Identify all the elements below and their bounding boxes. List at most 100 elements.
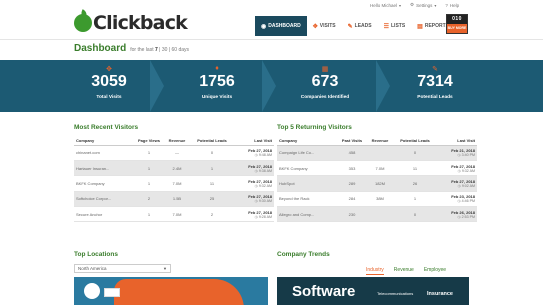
column-header[interactable]: Last Visit [232, 136, 274, 146]
table-row[interactable]: HubSpot 289 182M 26 Feb 27, 2018 ◷ 9:02 A… [277, 175, 477, 192]
company-cell[interactable]: chinanet.com [74, 145, 136, 161]
tab-revenue[interactable]: Revenue [394, 267, 414, 275]
dashboard-icon: ◉ [261, 23, 267, 30]
column-header[interactable]: Potential Leads [192, 136, 232, 146]
column-header[interactable]: Last Visit [435, 136, 477, 146]
visit-time-value: 9:30 AM [258, 199, 272, 204]
chevron-down-icon: ▾ [434, 2, 437, 8]
visit-time: ◷ 3:40 PM [435, 153, 475, 157]
map-region-shape [114, 279, 244, 305]
views-cell: 2 [136, 191, 162, 208]
leads-icon: ✎ [432, 66, 438, 73]
tab-industry[interactable]: Industry [366, 267, 384, 275]
credits-counter: 010 [447, 15, 467, 24]
brand-name: Clickback [93, 12, 188, 34]
visits-cell: 230 [339, 206, 365, 223]
stat-unique-visits[interactable]: ♦ 1756 Unique Visits [172, 65, 262, 100]
cloud-word[interactable]: Software [292, 283, 355, 300]
visits-icon: ✥ [106, 66, 112, 73]
visit-time: ◷ 9:02 AM [435, 184, 475, 188]
nav-label: LISTS [391, 23, 406, 29]
column-header[interactable]: Page Views [136, 136, 162, 146]
brand-logo[interactable]: Clickback [74, 12, 188, 34]
nav-label: VISITS [319, 23, 336, 29]
panel-title: Most Recent Visitors [74, 124, 139, 131]
company-cell[interactable]: Softchoice Corpor... [74, 191, 136, 208]
revenue-cell: 2.4M [162, 160, 192, 177]
unique-visits-icon: ♦ [215, 65, 219, 72]
range-option-30[interactable]: 30 [162, 47, 168, 53]
range-separator: | [168, 47, 171, 53]
company-cell[interactable]: Hartauer Insuran... [74, 160, 136, 177]
company-cell[interactable]: BKFK Company [277, 160, 339, 177]
column-header[interactable]: Revenue [162, 136, 192, 146]
settings-label: Settings [416, 2, 433, 8]
stat-companies-identified[interactable]: ▦ 673 Companies Identified [280, 65, 370, 100]
column-header[interactable]: Company [277, 136, 339, 146]
company-cell[interactable]: HubSpot [277, 175, 339, 192]
revenue-cell: 182M [365, 175, 395, 192]
company-cell[interactable]: Compaign Life Co... [277, 145, 339, 161]
panel-title: Top 5 Returning Visitors [277, 124, 352, 131]
revenue-cell: 1.5B [162, 191, 192, 208]
table-row[interactable]: Hartauer Insuran... 1 2.4M 1 Feb 27, 201… [74, 160, 274, 177]
locations-map[interactable] [74, 277, 268, 305]
leads-cell: 25 [192, 191, 232, 208]
returning-visitors-table: Company Past Visits Revenue Potential Le… [277, 136, 477, 223]
user-menu[interactable]: Hello Michael ▾ [370, 2, 401, 8]
gear-icon: ⚙ [410, 2, 415, 7]
region-select-value: North America [78, 266, 107, 271]
region-select[interactable]: North America ▼ [74, 264, 171, 273]
tab-employee[interactable]: Employee [424, 267, 446, 275]
column-header[interactable]: Revenue [365, 136, 395, 146]
nav-visits[interactable]: ✥ VISITS [307, 16, 342, 36]
stat-total-visits[interactable]: ✥ 3059 Total Visits [64, 65, 154, 100]
company-cell[interactable]: Beyond the Rack [277, 191, 339, 208]
range-option-60[interactable]: 60 [172, 47, 178, 53]
help-link[interactable]: ? Help [445, 2, 459, 8]
column-header[interactable]: Company [74, 136, 136, 146]
table-row[interactable]: BKFK Company 353 7.0M 11 Feb 27, 2018 ◷ 9… [277, 160, 477, 177]
table-row[interactable]: BKFK Company 1 7.0M 11 Feb 27, 2018 ◷ 9:3… [74, 175, 274, 192]
cloud-word[interactable]: Insurance [427, 291, 453, 297]
user-greeting: Hello Michael [370, 2, 398, 8]
stat-label: Total Visits [96, 95, 122, 100]
chevron-down-icon: ▾ [399, 2, 402, 8]
visit-time: ◷ 9:32 AM [232, 184, 272, 188]
map-zoom-control[interactable] [84, 283, 100, 299]
table-row[interactable]: Secure Anchor 1 7.0M 2 Feb 27, 2018 ◷ 9:2… [74, 206, 274, 223]
table-header: Company Past Visits Revenue Potential Le… [277, 136, 477, 146]
range-option-7[interactable]: 7 [155, 47, 158, 53]
company-cell[interactable]: Allegro and Comp... [277, 206, 339, 223]
leads-cell: 0 [395, 145, 435, 161]
column-header[interactable]: Past Visits [339, 136, 365, 146]
date-range-selector: for the last 7 | 30 | 60 days [130, 47, 189, 53]
logo-mark-icon [74, 14, 92, 32]
visit-time-value: 9:48 AM [258, 153, 272, 158]
nav-leads[interactable]: ✎ LEADS [342, 16, 378, 36]
visit-time: ◷ 2:53 PM [435, 215, 475, 219]
views-cell: 1 [136, 160, 162, 177]
nav-lists[interactable]: ☰ LISTS [378, 16, 412, 36]
visit-time: ◷ 9:30 AM [232, 199, 272, 203]
cloud-word[interactable]: Telecommunications [377, 291, 413, 296]
visits-icon: ✥ [312, 23, 318, 30]
credits-buy-more-button[interactable]: 010 BUY MORE [446, 14, 468, 34]
nav-label: DASHBOARD [268, 23, 301, 29]
nav-dashboard[interactable]: ◉ DASHBOARD [255, 16, 307, 36]
company-cell[interactable]: BKFK Company [74, 175, 136, 192]
table-row[interactable]: Compaign Life Co... 458 0 Feb 21, 2018 ◷ … [277, 145, 477, 161]
range-suffix: days [178, 47, 190, 53]
visit-time-value: 9:02 AM [461, 183, 475, 188]
leads-cell: 11 [192, 175, 232, 192]
settings-link[interactable]: ⚙ Settings ▾ [410, 2, 436, 8]
column-header[interactable]: Potential Leads [395, 136, 435, 146]
table-row[interactable]: Allegro and Comp... 230 0 Feb 26, 2018 ◷ … [277, 206, 477, 223]
table-row[interactable]: Beyond the Rack 284 38M 1 Feb 23, 2018 ◷ … [277, 191, 477, 208]
company-cell[interactable]: Secure Anchor [74, 206, 136, 223]
table-row[interactable]: Softchoice Corpor... 2 1.5B 25 Feb 27, 2… [74, 191, 274, 208]
table-row[interactable]: chinanet.com 1 — 0 Feb 27, 2018 ◷ 9:48 AM [74, 145, 274, 161]
stat-potential-leads[interactable]: ✎ 7314 Potential Leads [390, 65, 480, 100]
trends-tabs: Industry Revenue Employee [366, 267, 446, 275]
leads-cell: 0 [192, 145, 232, 161]
